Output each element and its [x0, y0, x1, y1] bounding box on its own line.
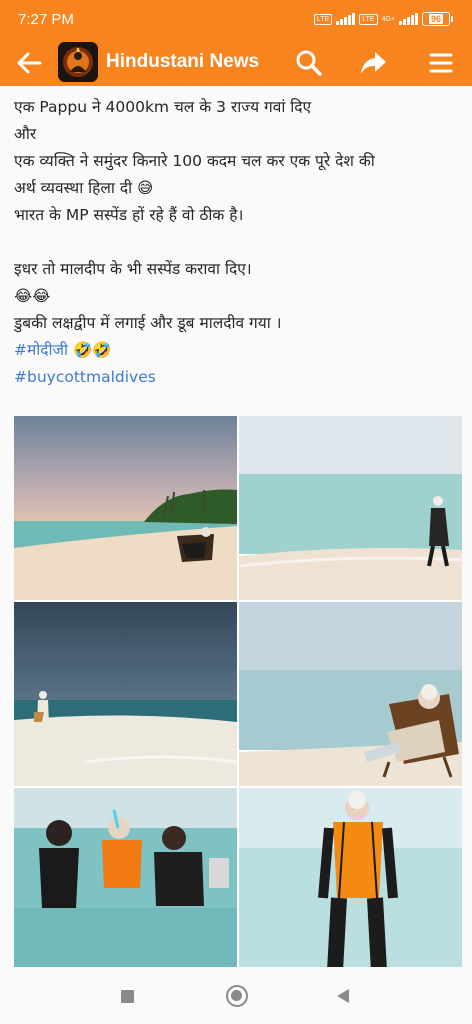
battery-level: 96 [428, 14, 443, 24]
status-time: 7:27 PM [18, 11, 74, 28]
status-bar: 7:27 PM LTE LTE 4G+ 96 [0, 0, 472, 40]
post-line: अर्थ व्यवस्था हिला दी 😅 [14, 179, 154, 197]
hashtag-line-2: #buycottmaldives [14, 364, 464, 391]
snorkeling-group-photo[interactable] [14, 788, 237, 971]
status-icons: LTE LTE 4G+ 96 [313, 12, 453, 26]
network-speed: 4G+ [381, 15, 395, 23]
menu-icon[interactable] [426, 48, 456, 78]
post-line: भारत के MP सस्पेंड हों रहे हैं वो ठीक है… [14, 206, 244, 224]
nav-back-button[interactable] [337, 989, 349, 1003]
recents-button[interactable] [121, 990, 134, 1003]
post-line: इधर तो मालदीप के भी सस्पेंड करावा दिए। [14, 260, 252, 278]
back-arrow-icon[interactable] [14, 48, 44, 78]
beach-sitting-chair-photo[interactable] [14, 416, 237, 600]
battery-icon: 96 [422, 12, 453, 26]
post-line: एक Pappu ने 4000km चल के 3 राज्य गवां दि… [14, 98, 312, 116]
hashtag-line: #मोदीजी 🤣🤣 [14, 337, 464, 364]
life-jacket-photo[interactable] [239, 788, 462, 971]
post-line: और [14, 125, 37, 143]
network-badge-2: LTE [359, 13, 378, 25]
network-badge: LTE [313, 13, 333, 25]
beach-reclining-chair-photo[interactable] [239, 602, 462, 786]
search-icon[interactable] [294, 48, 324, 78]
signal-icon-2 [399, 13, 418, 25]
app-bar: Hindustani News [0, 40, 472, 86]
share-icon[interactable] [358, 48, 388, 78]
channel-logo[interactable] [58, 42, 98, 82]
hashtag-link[interactable]: #मोदीजी [14, 341, 68, 359]
hashtag-link[interactable]: #buycottmaldives [14, 368, 156, 386]
signal-icon [336, 13, 356, 25]
system-nav-bar [0, 967, 472, 1024]
post-line: डुबकी लक्षद्वीप में लगाई और डूब मालदीव ग… [14, 314, 282, 332]
post-line: एक व्यक्ति ने समुंदर किनारे 100 कदम चल क… [14, 152, 375, 170]
channel-title[interactable]: Hindustani News [106, 51, 259, 73]
channel-logo-icon [58, 42, 98, 82]
photo-grid [14, 416, 462, 971]
home-button[interactable] [226, 985, 248, 1007]
post-body: एक Pappu ने 4000km चल के 3 राज्य गवां दि… [14, 94, 464, 391]
beach-walking-photo[interactable] [239, 416, 462, 600]
beach-distant-walk-photo[interactable] [14, 602, 237, 786]
hashtag-emoji: 🤣🤣 [68, 341, 112, 359]
post-line: 😂😂 [14, 287, 51, 305]
